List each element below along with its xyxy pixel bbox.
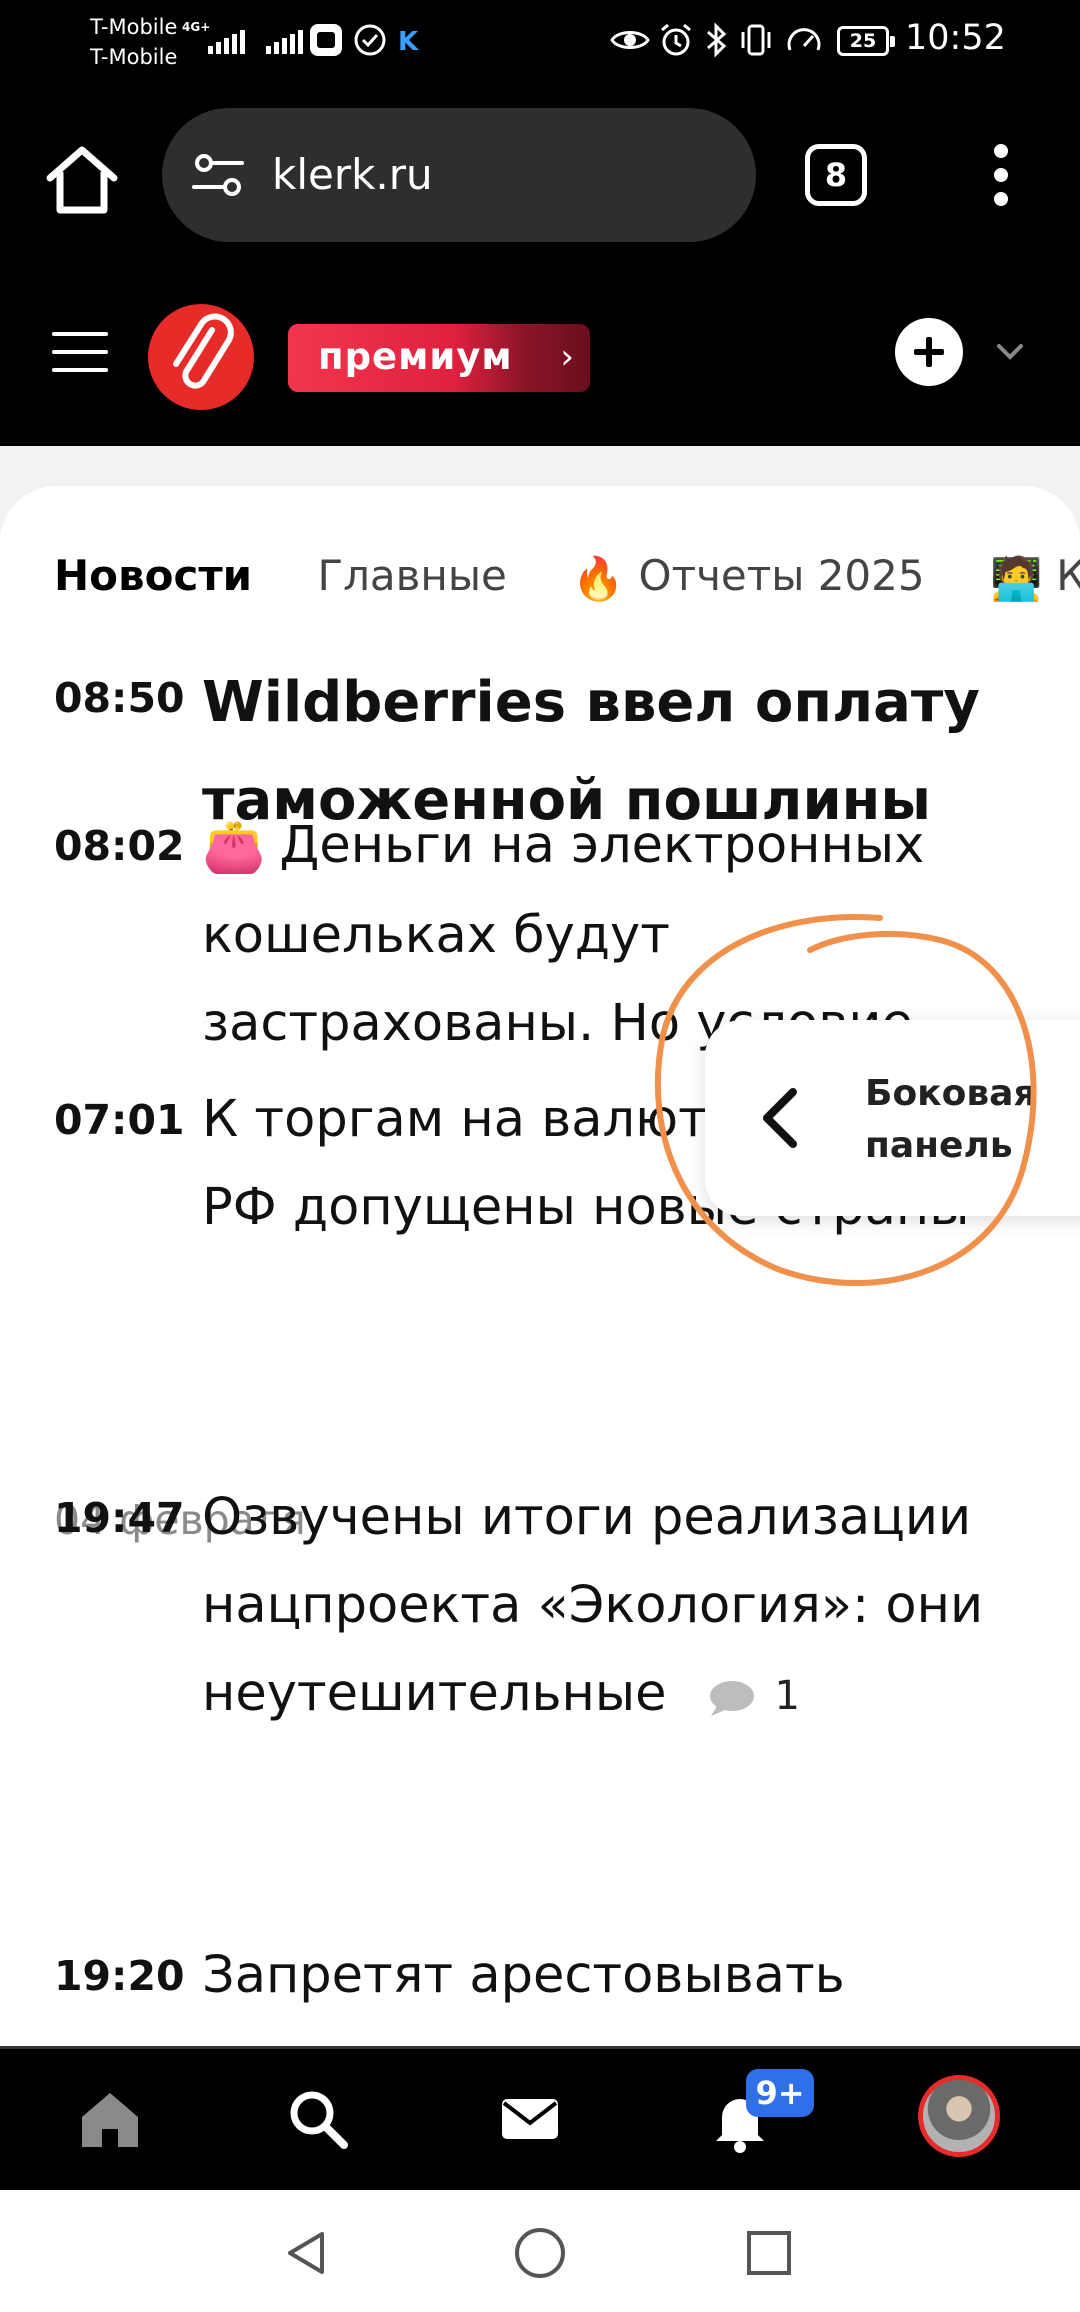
system-navigation-bar: [0, 2190, 1080, 2312]
battery-indicator: 25: [837, 26, 895, 56]
premium-label: премиум: [318, 335, 513, 378]
comment-count: 1: [774, 1673, 800, 1719]
news-title-text: Деньги на электронных кошельках будут за…: [202, 816, 925, 1053]
news-tabs: Новости Главные 🔥 Отчеты 2025 🧑‍💻 КБ: [54, 546, 1080, 606]
news-item[interactable]: 19:47 Озвучены итоги реализации нацпроек…: [54, 1488, 1054, 1758]
vk-icon: K: [398, 27, 419, 57]
purse-icon: 👛: [202, 818, 266, 877]
address-bar[interactable]: klerk.ru: [162, 108, 756, 242]
side-panel-label: Боковая панель: [865, 1068, 1037, 1172]
premium-button[interactable]: премиум ›: [288, 324, 590, 392]
hamburger-menu-icon[interactable]: [52, 332, 108, 376]
news-time: 08:50: [54, 674, 185, 722]
tab-switcher-button[interactable]: 8: [805, 144, 867, 206]
signal-icon-2: [266, 30, 303, 54]
browser-home-icon[interactable]: [40, 138, 124, 222]
news-title-text: Озвучены итоги реализации нацпроекта «Эк…: [202, 1488, 984, 1723]
paperclip-icon: [173, 313, 234, 389]
chevron-down-icon[interactable]: [995, 340, 1025, 364]
site-settings-icon[interactable]: [190, 152, 246, 198]
comment-bubble-icon: [709, 1681, 754, 1716]
check-circle-icon: [354, 24, 386, 56]
status-clock: 10:52: [905, 18, 1006, 58]
tab-kb[interactable]: 🧑‍💻 КБ: [990, 546, 1080, 609]
speedometer-icon: [787, 28, 821, 51]
fire-icon: 🔥: [572, 553, 625, 603]
mail-icon[interactable]: [490, 2079, 570, 2159]
news-time: 19:47: [54, 1494, 185, 1542]
tab-kb-label: КБ: [1056, 551, 1080, 600]
vibrate-icon: [741, 24, 771, 56]
tab-reports-2025[interactable]: 🔥 Отчеты 2025: [572, 546, 924, 609]
app-notification-icon: [310, 24, 342, 56]
status-bar: T-Mobile T-Mobile 4G+ K 25 10:52: [0, 0, 1080, 84]
side-panel-label-line1: Боковая: [865, 1073, 1037, 1114]
news-time: 19:20: [54, 1952, 185, 2000]
recent-apps-icon[interactable]: [746, 2230, 792, 2276]
add-button[interactable]: [895, 318, 963, 386]
chevron-left-icon: [763, 1088, 797, 1148]
carrier-labels: T-Mobile T-Mobile: [90, 12, 177, 72]
klerk-logo[interactable]: [148, 304, 254, 410]
home-icon[interactable]: [70, 2079, 150, 2159]
technologist-icon: 🧑‍💻: [989, 553, 1043, 603]
site-header: премиум ›: [0, 270, 1080, 446]
premium-chevron-icon: ›: [560, 337, 574, 377]
comments-counter[interactable]: 1: [707, 1652, 800, 1740]
tab-reports-label: Отчеты 2025: [638, 551, 925, 600]
network-type: 4G+: [182, 20, 211, 34]
signal-icon: [208, 30, 245, 54]
home-circle-icon[interactable]: [513, 2226, 567, 2280]
carrier-1: T-Mobile: [90, 15, 178, 39]
tab-news[interactable]: Новости: [54, 546, 252, 606]
back-icon[interactable]: [282, 2228, 332, 2278]
news-time: 07:01: [54, 1096, 185, 1144]
main-content: Новости Главные 🔥 Отчеты 2025 🧑‍💻 КБ 08:50…: [0, 446, 1080, 2086]
notifications-badge: 9+: [746, 2069, 814, 2117]
overflow-menu-icon[interactable]: [990, 144, 1012, 210]
side-panel-tab[interactable]: Боковая панель: [705, 1020, 1080, 1216]
bottom-nav: 9+: [0, 2046, 1080, 2190]
eye-icon: [610, 31, 650, 49]
url-text[interactable]: klerk.ru: [272, 108, 433, 242]
news-title[interactable]: Озвучены итоги реализации нацпроекта «Эк…: [202, 1474, 1062, 1740]
news-title[interactable]: Запретят арестовывать: [202, 1932, 1062, 2020]
carrier-2: T-Mobile: [90, 45, 178, 69]
news-time: 08:02: [54, 822, 185, 870]
browser-toolbar: klerk.ru 8: [0, 84, 1080, 270]
tab-main[interactable]: Главные: [317, 546, 506, 606]
alarm-icon: [661, 23, 691, 56]
news-card: Новости Главные 🔥 Отчеты 2025 🧑‍💻 КБ 08:50…: [0, 486, 1080, 2086]
news-item[interactable]: 08:50 Wildberries ввел оплату таможенной…: [54, 668, 1054, 833]
side-panel-label-line2: панель: [865, 1125, 1013, 1166]
avatar[interactable]: [918, 2075, 1000, 2157]
search-icon[interactable]: [278, 2079, 358, 2159]
bluetooth-icon: [707, 22, 727, 58]
svg-text:K: K: [398, 27, 419, 57]
